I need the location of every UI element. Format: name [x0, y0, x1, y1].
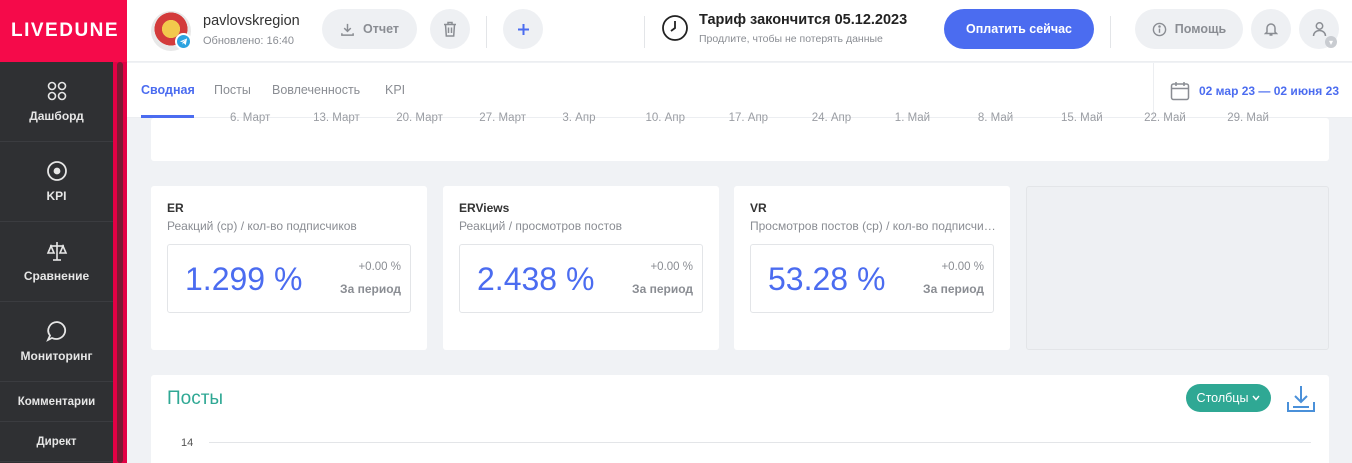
empty-metric-placeholder	[1026, 186, 1329, 350]
sidebar-item-label: Сравнение	[23, 269, 90, 283]
metric-title: ER	[167, 201, 184, 215]
divider	[644, 16, 645, 48]
tab-summary[interactable]: Сводная	[141, 83, 195, 97]
chart-gridline	[209, 442, 1311, 443]
top-bar: pavlovskregion Обновлено: 16:40 Отчет Та…	[127, 0, 1352, 62]
delete-button[interactable]	[430, 9, 470, 49]
metric-value-box: 2.438 % +0.00 % За период	[459, 244, 703, 313]
tab-engagement[interactable]: Вовлеченность	[272, 83, 360, 97]
timeline-tick-label: 13. Март	[313, 112, 360, 124]
sidebar-nav: Дашборд KPI Сравнение Мониторинг Коммент…	[0, 62, 113, 462]
metric-period: За период	[632, 282, 693, 296]
sidebar-item-monitoring[interactable]: Мониторинг	[0, 302, 113, 382]
plus-icon	[517, 23, 529, 35]
metric-delta: +0.00 %	[650, 261, 693, 273]
posts-chart-card: Посты Столбцы 14	[151, 375, 1329, 463]
clock-icon	[662, 15, 688, 41]
date-range-picker[interactable]: 02 мар 23 — 02 июня 23	[1153, 63, 1352, 118]
posts-title: Посты	[167, 388, 224, 409]
metric-card-erviews: ERViews Реакций / просмотров постов 2.43…	[443, 186, 719, 350]
metric-value-box: 1.299 % +0.00 % За период	[167, 244, 411, 313]
info-icon	[1152, 22, 1167, 36]
metric-title: VR	[750, 201, 767, 215]
metric-card-er: ER Реакций (ср) / кол-во подписчиков 1.2…	[151, 186, 427, 350]
timeline-tick-label: 6. Март	[230, 112, 271, 124]
metric-period: За период	[340, 282, 401, 296]
chart-type-dropdown[interactable]: Столбцы	[1186, 384, 1271, 412]
metric-delta: +0.00 %	[941, 261, 984, 273]
sidebar-item-kpi[interactable]: KPI	[0, 142, 113, 222]
timeline-chart-card: 6. Март 13. Март 20. Март 27. Март 3. Апр 10.…	[151, 112, 1329, 161]
chevron-down-icon	[1252, 395, 1260, 401]
sidebar-item-comparison[interactable]: Сравнение	[0, 222, 113, 302]
section-tabs: Сводная Посты Вовлеченность KPI 02 мар 2…	[127, 63, 1352, 118]
sidebar-scroll-track	[113, 0, 127, 463]
timeline-tick-label: 15. Май	[1061, 112, 1103, 124]
help-button-label: Помощь	[1174, 22, 1227, 36]
metric-subtitle: Просмотров постов (ср) / кол-во подписчи…	[750, 219, 1000, 233]
sidebar: Дашборд KPI Сравнение Мониторинг Коммент…	[0, 0, 113, 463]
last-updated: Обновлено: 16:40	[203, 35, 295, 47]
timeline-tick-label: 29. Май	[1227, 112, 1269, 124]
y-axis-tick: 14	[181, 437, 194, 449]
sidebar-item-label: KPI	[46, 189, 67, 203]
bell-icon	[1264, 23, 1278, 36]
sidebar-scrollbar[interactable]	[117, 62, 123, 463]
download-chart-icon[interactable]	[1286, 384, 1316, 414]
metric-value: 1.299 %	[185, 261, 303, 297]
help-button[interactable]: Помощь	[1135, 9, 1243, 49]
divider	[1110, 16, 1111, 48]
telegram-icon	[175, 33, 192, 50]
user-icon	[1312, 22, 1326, 37]
metric-title: ERViews	[459, 201, 510, 215]
account-name[interactable]: pavlovskregion	[203, 13, 300, 29]
metric-subtitle: Реакций (ср) / кол-во подписчиков	[167, 219, 357, 233]
dashboard-icon	[47, 81, 66, 101]
sidebar-item-label: Дашборд	[29, 109, 84, 123]
metric-subtitle: Реакций / просмотров постов	[459, 219, 622, 233]
date-range-label: 02 мар 23 — 02 июня 23	[1199, 83, 1339, 98]
metric-card-vr: VR Просмотров постов (ср) / кол-во подпи…	[734, 186, 1010, 350]
tariff-expiry-title: Тариф закончится 05.12.2023	[699, 12, 908, 28]
metric-value: 2.438 %	[477, 261, 595, 297]
divider	[486, 16, 487, 48]
timeline-tick-label: 27. Март	[479, 112, 526, 124]
report-button[interactable]: Отчет	[322, 9, 417, 49]
pay-now-button[interactable]: Оплатить сейчас	[944, 9, 1094, 49]
timeline-tick-label: 24. Апр	[811, 112, 852, 124]
target-icon	[46, 161, 67, 181]
sidebar-item-dashboard[interactable]: Дашборд	[0, 62, 113, 142]
timeline-tick-label: 3. Апр	[562, 112, 596, 124]
sidebar-item-label: Мониторинг	[20, 349, 93, 363]
tariff-expiry-subtitle: Продлите, чтобы не потерять данные	[699, 33, 883, 45]
chat-bubble-icon	[45, 321, 66, 342]
sidebar-item-direct[interactable]: Директ	[0, 422, 113, 462]
metric-value-box: 53.28 % +0.00 % За период	[750, 244, 994, 313]
metric-delta: +0.00 %	[358, 261, 401, 273]
timeline-tick-label: 10. Апр	[645, 112, 685, 124]
trash-icon	[444, 21, 456, 37]
timeline-tick-label: 1. Май	[894, 112, 931, 124]
download-icon	[341, 23, 354, 36]
timeline-tick-label: 22. Май	[1144, 112, 1186, 124]
timeline-tick-label: 20. Март	[396, 112, 443, 124]
tab-posts[interactable]: Посты	[214, 83, 251, 97]
timeline-tick-label: 8. Май	[977, 112, 1014, 124]
scales-icon	[46, 242, 67, 261]
timeline-tick-label: 17. Апр	[728, 112, 769, 124]
chevron-down-icon: ▾	[1325, 36, 1337, 48]
brand-logo[interactable]: LIVEDUNE	[0, 0, 127, 62]
metric-value: 53.28 %	[768, 261, 886, 297]
tab-kpi[interactable]: KPI	[385, 83, 405, 97]
notifications-button[interactable]	[1251, 9, 1291, 49]
calendar-icon	[1170, 81, 1190, 100]
chart-type-label: Столбцы	[1196, 391, 1249, 405]
metric-period: За период	[923, 282, 984, 296]
sidebar-item-comments[interactable]: Комментарии	[0, 382, 113, 422]
report-button-label: Отчет	[362, 22, 399, 36]
add-account-button[interactable]	[503, 9, 543, 49]
